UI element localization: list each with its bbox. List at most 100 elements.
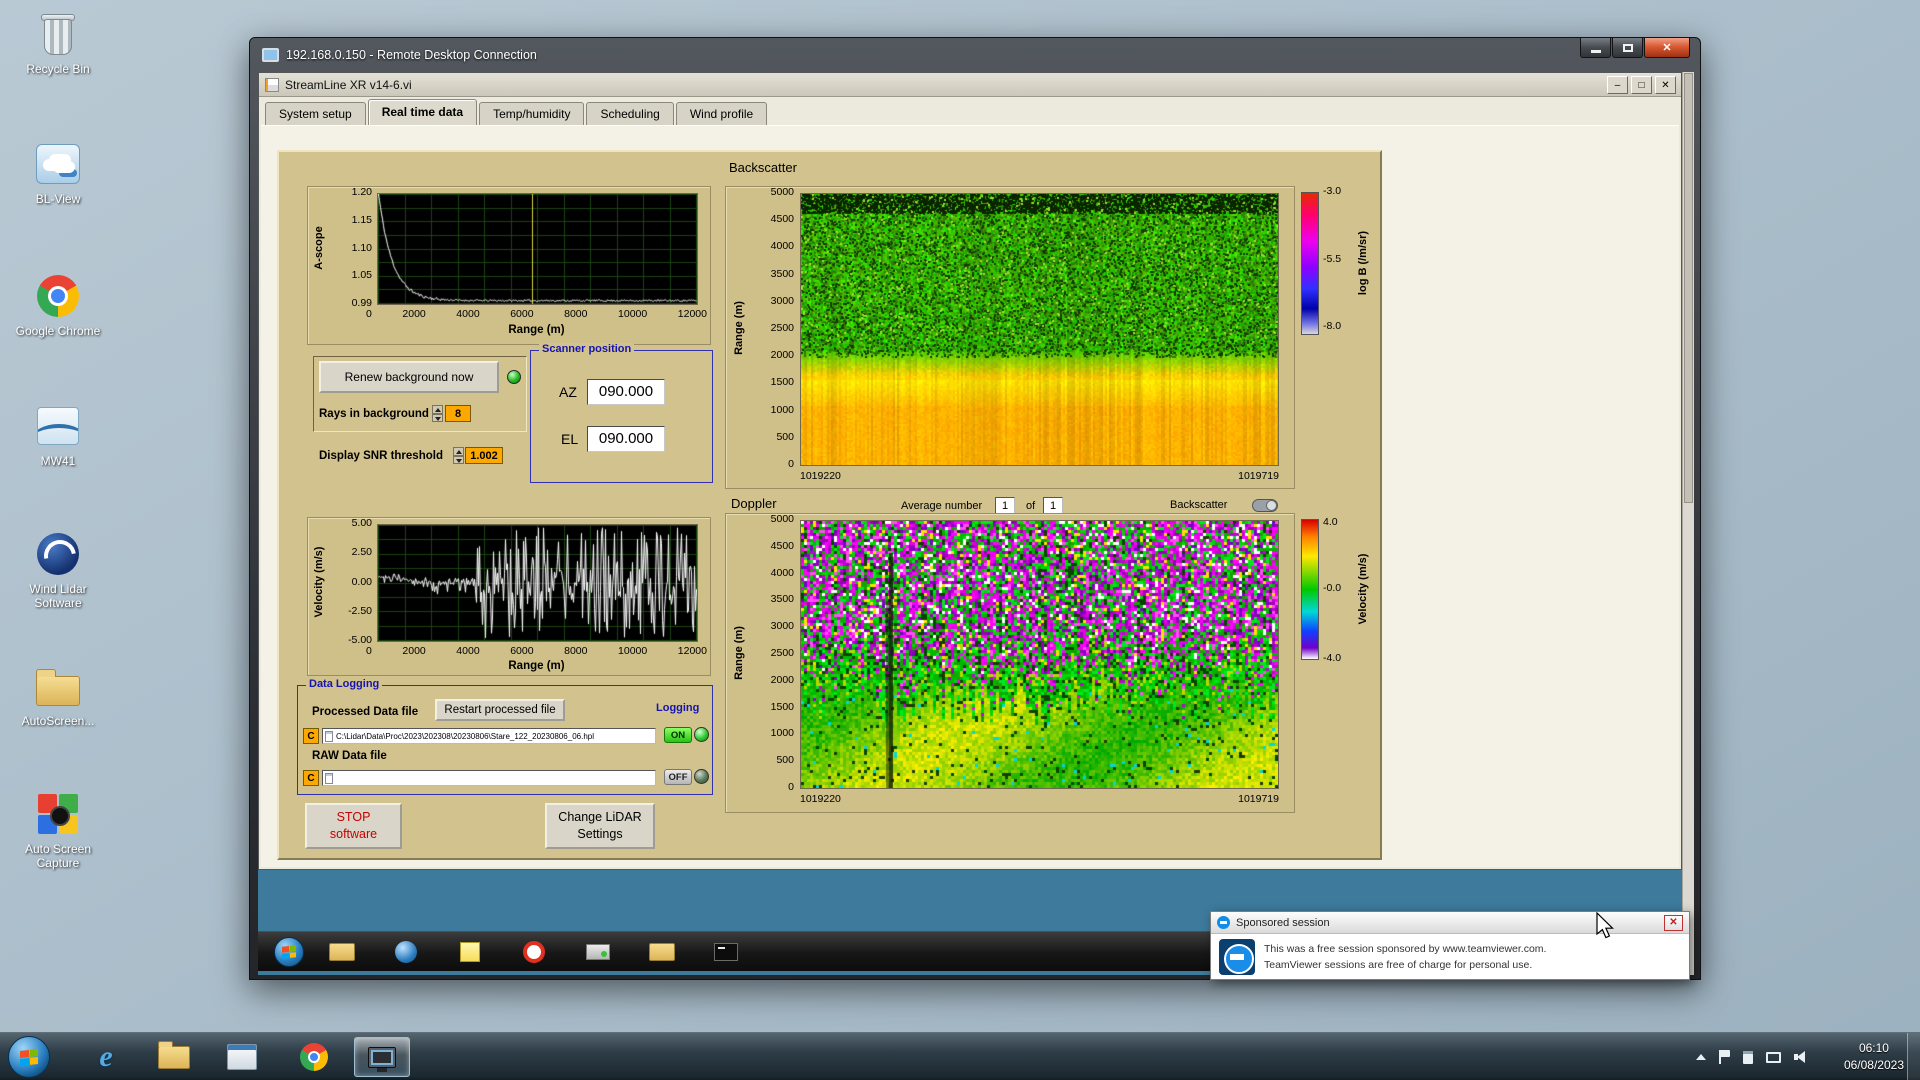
folder-icon [158,1046,190,1069]
stop-software-button[interactable]: STOP software [305,803,402,849]
average-number-input[interactable]: 1 [995,497,1015,514]
wind-lidar-icon [10,528,106,580]
remote-taskbar-explorer[interactable] [320,937,364,967]
desktop-icon-mw41[interactable]: MW41 [10,400,106,469]
streamline-maximize-button[interactable]: □ [1631,76,1652,94]
snr-spinner[interactable] [453,447,464,464]
snr-value[interactable]: 1.002 [465,447,503,464]
raw-path-field[interactable] [322,770,656,786]
streamline-window: StreamLine XR v14-6.vi – □ ✕ System setu… [258,72,1682,870]
tray-document-icon[interactable] [1743,1051,1753,1064]
backscatter-x-ticks: 1019220 1019719 [800,470,1279,482]
tick-label: 2000 [771,675,794,686]
raw-logging-led[interactable] [694,769,709,784]
start-button[interactable] [8,1036,50,1078]
desktop-icon-autoscreen[interactable]: AutoScreen... [10,660,106,729]
desktop-icon-google-chrome[interactable]: Google Chrome [10,270,106,339]
desktop: Recycle Bin BL-View Google Chrome MW41 W… [0,0,1920,1080]
taskbar-explorer[interactable] [146,1037,202,1077]
rdp-titlebar[interactable]: 192.168.0.150 - Remote Desktop Connectio… [250,38,1700,72]
folder-icon [649,943,675,961]
action-center-flag-icon[interactable] [1719,1050,1730,1064]
data-logging-group: Data Logging Processed Data file Restart… [297,685,713,795]
tab-temp-humidity[interactable]: Temp/humidity [479,102,584,125]
teamviewer-popup-title: Sponsored session [1236,917,1330,929]
remote-desktop-area: StreamLine XR v14-6.vi – □ ✕ System setu… [258,72,1694,975]
tick-label: 1.10 [352,243,372,254]
restart-processed-file-button[interactable]: Restart processed file [435,699,565,721]
tray-expand-icon[interactable] [1696,1054,1706,1060]
tick-label: 1000 [771,405,794,416]
streamline-minimize-button[interactable]: – [1607,76,1628,94]
doppler-colorbar-label: Velocity (m/s) [1357,554,1369,625]
remote-taskbar-power[interactable] [512,937,556,967]
backscatter-section-title: Backscatter [729,160,797,175]
ascope-graph: A-scope 1.201.151.101.050.99 02000400060… [307,186,711,345]
rdp-restore-button[interactable] [1612,38,1643,58]
processed-drive-select[interactable]: C [303,728,319,744]
desktop-icon-recycle-bin[interactable]: Recycle Bin [10,8,106,77]
chrome-icon [300,1043,328,1071]
tick-label: 2500 [771,648,794,659]
streamline-close-button[interactable]: ✕ [1655,76,1676,94]
tray-network-monitor-icon[interactable] [1766,1052,1781,1063]
processed-logging-led[interactable] [694,727,709,742]
tick-label: 10000 [618,308,647,320]
processed-logging-toggle[interactable]: ON [664,727,692,743]
mw41-icon [10,400,106,452]
rdp-minimize-button[interactable] [1580,38,1611,58]
desktop-icon-label: Wind Lidar Software [10,583,106,611]
teamviewer-close-button[interactable]: ✕ [1664,915,1683,931]
az-input[interactable]: 090.000 [587,379,665,405]
taskbar-remote-desktop-active[interactable] [354,1037,410,1077]
desktop-icon-wind-lidar[interactable]: Wind Lidar Software [10,528,106,611]
scrollbar-thumb[interactable] [1684,73,1693,503]
raw-logging-toggle[interactable]: OFF [664,769,692,785]
change-lidar-settings-button[interactable]: Change LiDAR Settings [545,803,655,849]
tab-real-time-data[interactable]: Real time data [368,99,477,125]
remote-taskbar-files[interactable] [640,937,684,967]
rdp-vertical-scrollbar[interactable] [1682,72,1694,975]
remote-taskbar-network[interactable] [384,937,428,967]
average-of-input[interactable]: 1 [1043,497,1063,514]
tick-label: 2.50 [352,547,372,558]
rays-spinner[interactable] [432,405,443,422]
tick-label: 0 [788,459,794,470]
taskbar-internet-explorer[interactable] [78,1037,134,1077]
rdp-close-button[interactable]: ✕ [1644,38,1690,58]
desktop-icon-auto-screen-capture[interactable]: Auto Screen Capture [10,788,106,871]
remote-start-button[interactable] [274,937,304,967]
taskbar-chrome[interactable] [286,1037,342,1077]
rays-value[interactable]: 8 [445,405,471,422]
auto-screen-capture-icon [10,788,106,840]
remote-taskbar-notes[interactable] [448,937,492,967]
backscatter-toggle[interactable] [1252,499,1278,512]
tick-label: 0.00 [352,577,372,588]
tick-label: 2500 [771,323,794,334]
tick-label: 10000 [618,645,647,657]
desktop-icon-bl-view[interactable]: BL-View [10,138,106,207]
remote-taskbar-capture[interactable] [576,937,620,967]
tick-label: 500 [776,432,794,443]
raw-drive-select[interactable]: C [303,770,319,786]
tab-wind-profile[interactable]: Wind profile [676,102,767,125]
taskbar-media-app[interactable] [214,1037,270,1077]
tick-label: 4000 [771,241,794,252]
x-start-tick: 1019220 [800,470,841,482]
el-input[interactable]: 090.000 [587,426,665,452]
remote-taskbar-cmd[interactable] [704,937,748,967]
taskbar-clock[interactable]: 06:10 06/08/2023 [1844,1040,1904,1075]
streamline-window-title: StreamLine XR v14-6.vi [285,78,412,92]
colorbar-tick: 4.0 [1323,516,1338,528]
tab-system-setup[interactable]: System setup [265,102,366,125]
streamline-titlebar[interactable]: StreamLine XR v14-6.vi [259,73,1681,97]
scanner-position-title: Scanner position [539,343,634,355]
tab-page: Backscatter Doppler A-scope 1.201.151.10… [261,125,1679,867]
volume-icon[interactable] [1794,1051,1808,1063]
doppler-colorbar-gradient [1301,519,1319,660]
processed-path-field[interactable]: C:\Lidar\Data\Proc\2023\202308\20230806\… [322,728,656,744]
doppler-y-ticks: 5000450040003500300025002000150010005000 [752,514,794,793]
show-desktop-button[interactable] [1907,1033,1920,1080]
renew-background-button[interactable]: Renew background now [319,361,499,393]
tab-scheduling[interactable]: Scheduling [586,102,673,125]
